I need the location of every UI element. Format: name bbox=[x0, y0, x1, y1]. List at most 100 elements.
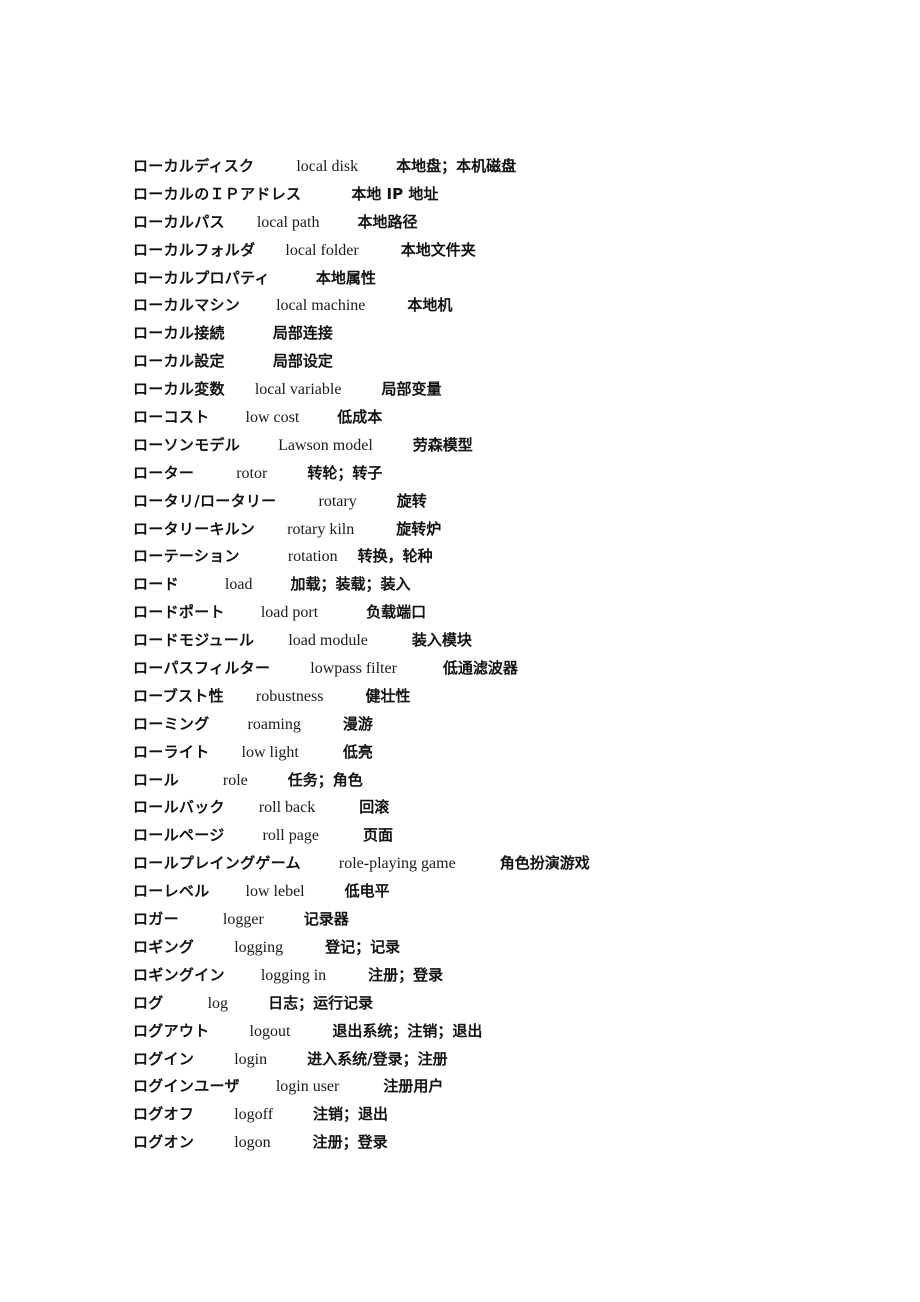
glossary-term-english: local folder bbox=[285, 241, 359, 259]
glossary-term-chinese: 低亮 bbox=[342, 742, 373, 761]
glossary-entry: ロード load 加载；装载；装入 bbox=[133, 571, 833, 599]
glossary-term-english: logout bbox=[249, 1022, 291, 1040]
glossary-term-japanese: ログアウト bbox=[133, 1021, 210, 1040]
glossary-entry: ローカル設定 局部设定 bbox=[133, 348, 833, 376]
glossary-term-english: rotation bbox=[287, 548, 338, 566]
glossary-term-english: rotary kiln bbox=[287, 520, 355, 538]
glossary-term-chinese: 注册；登录 bbox=[312, 1133, 388, 1152]
glossary-entry: ローカルディスク local disk 本地盘；本机磁盘 bbox=[133, 153, 833, 181]
glossary-entry: ログイン login 进入系统/登录；注册 bbox=[133, 1046, 833, 1074]
glossary-term-japanese: ローライト bbox=[133, 742, 210, 761]
glossary-term-japanese: ロードモジュール bbox=[133, 631, 255, 650]
glossary-term-english: logon bbox=[234, 1134, 271, 1152]
glossary-term-japanese: ロギングイン bbox=[133, 965, 225, 984]
glossary-term-chinese: 劳森模型 bbox=[412, 435, 473, 454]
glossary-term-english: login user bbox=[275, 1078, 340, 1096]
glossary-term-chinese: 负载端口 bbox=[366, 603, 427, 622]
glossary-term-chinese: 本地盘；本机磁盘 bbox=[396, 157, 517, 175]
glossary-term-japanese: ローカルのＩＰアドレス bbox=[133, 184, 302, 203]
glossary-entry: ロギング logging 登记；记录 bbox=[133, 934, 833, 962]
glossary-term-chinese: 进入系统/登录；注册 bbox=[307, 1049, 448, 1068]
glossary-term-japanese: ロールページ bbox=[133, 826, 225, 845]
glossary-entry: ログインユーザ login user 注册用户 bbox=[133, 1073, 833, 1101]
glossary-term-japanese: ローパスフィルター bbox=[133, 659, 271, 678]
glossary-term-english: logoff bbox=[234, 1106, 274, 1124]
glossary-entry: ログオン logon 注册；登录 bbox=[133, 1129, 833, 1157]
glossary-term-chinese: 局部设定 bbox=[272, 352, 333, 371]
glossary-entry: ローター rotor 转轮；转子 bbox=[133, 460, 833, 488]
glossary-entry: ロギングイン logging in 注册；登录 bbox=[133, 962, 833, 990]
glossary-term-english: logging in bbox=[260, 966, 327, 984]
glossary-term-english: low lebel bbox=[245, 883, 305, 901]
glossary-term-japanese: ローカル設定 bbox=[133, 352, 225, 371]
glossary-entry: ログアウト logout 退出系统；注销；退出 bbox=[133, 1018, 833, 1046]
glossary-term-japanese: ロードポート bbox=[133, 603, 225, 622]
glossary-entry: ローカルプロパティ 本地属性 bbox=[133, 265, 833, 293]
glossary-entry: ローブスト性 robustness 健壮性 bbox=[133, 683, 833, 711]
glossary-term-chinese: 转轮；转子 bbox=[307, 463, 383, 482]
glossary-term-english: load port bbox=[260, 604, 319, 622]
glossary-entry: ローカル接続 局部连接 bbox=[133, 320, 833, 348]
glossary-term-japanese: ローブスト性 bbox=[133, 686, 224, 705]
glossary-term-japanese: ログオン bbox=[133, 1133, 195, 1152]
glossary-term-japanese: ローレベル bbox=[133, 882, 210, 901]
glossary-entry: ロードポート load port 负载端口 bbox=[133, 599, 833, 627]
glossary-term-japanese: ロガー bbox=[133, 910, 179, 929]
glossary-term-japanese: ローテーション bbox=[133, 547, 240, 566]
glossary-term-english: local disk bbox=[296, 158, 359, 175]
glossary-term-english: role bbox=[222, 771, 248, 789]
glossary-entry: ロガー logger 记录器 bbox=[133, 906, 833, 934]
glossary-term-japanese: ロード bbox=[133, 575, 179, 594]
glossary-entry: ローカルのＩＰアドレス 本地 IP 地址 bbox=[133, 181, 833, 209]
glossary-term-english: low cost bbox=[245, 409, 300, 427]
glossary-term-japanese: ローター bbox=[133, 463, 195, 482]
glossary-term-english: rotary bbox=[318, 492, 357, 510]
glossary-term-english: local path bbox=[256, 213, 320, 231]
glossary-term-chinese: 登记；记录 bbox=[325, 937, 401, 956]
glossary-term-japanese: ローカル接続 bbox=[133, 324, 225, 343]
glossary-term-english: Lawson model bbox=[278, 436, 373, 454]
glossary-entry: ログオフ logoff 注销；退出 bbox=[133, 1101, 833, 1129]
glossary-term-chinese: 本地路径 bbox=[357, 212, 418, 231]
glossary-term-japanese: ログオフ bbox=[133, 1105, 195, 1124]
glossary-term-chinese: 注册用户 bbox=[383, 1077, 444, 1096]
glossary-term-chinese: 日志；运行记录 bbox=[268, 993, 374, 1012]
glossary-entry: ローテーション rotation 转换，轮种 bbox=[133, 543, 833, 571]
glossary-term-japanese: ローカルディスク bbox=[133, 157, 255, 175]
glossary-term-chinese: 局部变量 bbox=[381, 380, 442, 399]
glossary-term-english: logger bbox=[222, 911, 264, 929]
glossary-term-chinese: 局部连接 bbox=[272, 324, 333, 343]
glossary-term-chinese: 旋转 bbox=[396, 491, 427, 510]
glossary-entry: ローカルパス local path 本地路径 bbox=[133, 209, 833, 237]
glossary-term-japanese: ローカルマシン bbox=[133, 296, 241, 315]
glossary-term-japanese: ロールバック bbox=[133, 798, 225, 817]
glossary-term-japanese: ローカルフォルダ bbox=[133, 240, 256, 259]
glossary-term-english: login bbox=[234, 1050, 268, 1068]
glossary-entry: ローミング roaming 漫游 bbox=[133, 711, 833, 739]
glossary-entry-list: ローカルディスク local disk 本地盘；本机磁盘ローカルのＩＰアドレス 本地 … bbox=[133, 153, 833, 1157]
glossary-entry: ローソンモデル Lawson model 劳森模型 bbox=[133, 432, 833, 460]
glossary-term-english: rotor bbox=[236, 464, 268, 482]
glossary-entry: ロール role 任务；角色 bbox=[133, 767, 833, 795]
glossary-entry: ローコスト low cost 低成本 bbox=[133, 404, 833, 432]
glossary-term-english: low light bbox=[241, 743, 299, 761]
glossary-term-japanese: ログインユーザ bbox=[133, 1077, 240, 1096]
glossary-term-chinese: 退出系统；注销；退出 bbox=[332, 1021, 483, 1040]
glossary-term-english: roaming bbox=[247, 715, 301, 733]
glossary-entry: ログ log 日志；运行记录 bbox=[133, 990, 833, 1018]
glossary-term-chinese: 回滚 bbox=[359, 798, 390, 817]
glossary-entry: ロータリーキルン rotary kiln 旋转炉 bbox=[133, 516, 833, 544]
glossary-entry: ローレベル low lebel 低电平 bbox=[133, 878, 833, 906]
glossary-term-japanese: ローコスト bbox=[133, 408, 210, 427]
glossary-entry: ローカルフォルダ local folder 本地文件夹 bbox=[133, 237, 833, 265]
glossary-term-chinese: 低电平 bbox=[344, 882, 390, 901]
glossary-term-japanese: ローカルプロパティ bbox=[133, 268, 270, 287]
glossary-term-english: roll page bbox=[262, 827, 319, 845]
glossary-term-chinese: 低成本 bbox=[337, 408, 383, 427]
glossary-entry: ロードモジュール load module 装入模块 bbox=[133, 627, 833, 655]
glossary-entry: ロータリ/ロータリー rotary 旋转 bbox=[133, 488, 833, 516]
glossary-term-english: log bbox=[207, 994, 229, 1012]
glossary-term-english: load bbox=[224, 576, 253, 594]
glossary-term-english: lowpass filter bbox=[310, 660, 397, 678]
glossary-entry: ローカル変数 local variable 局部变量 bbox=[133, 376, 833, 404]
